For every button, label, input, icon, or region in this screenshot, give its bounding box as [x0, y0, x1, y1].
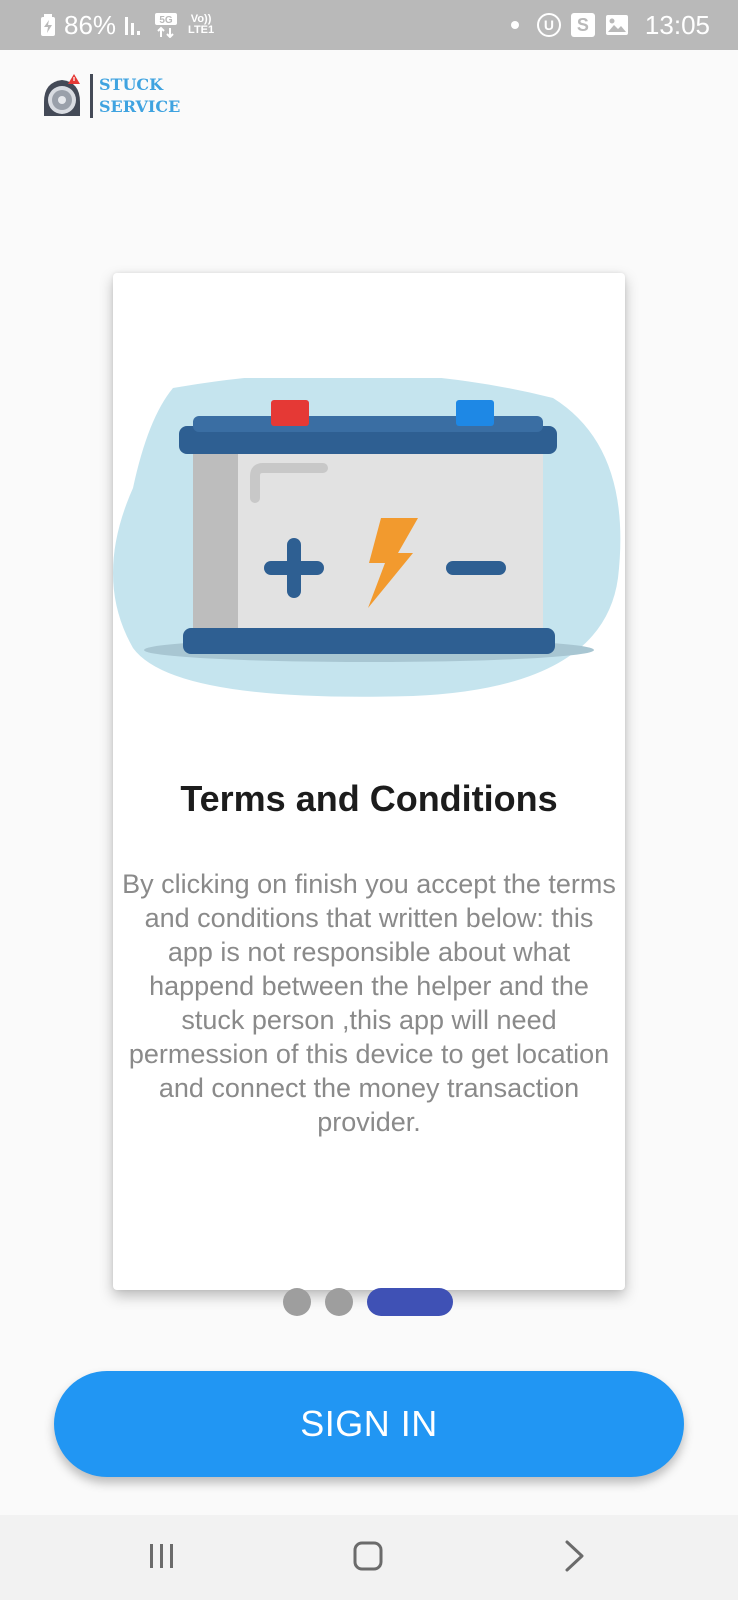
- navigation-bar: [0, 1515, 738, 1600]
- page-indicator: [283, 1288, 453, 1316]
- page-dot-3-active[interactable]: [367, 1288, 453, 1316]
- home-icon[interactable]: [338, 1527, 398, 1587]
- 5g-label: 5G: [159, 15, 173, 26]
- 5g-icon: 5G: [155, 13, 178, 38]
- back-icon[interactable]: [545, 1527, 605, 1587]
- sign-in-button[interactable]: SIGN IN: [54, 1371, 684, 1477]
- signal-bars-icon: [125, 17, 141, 35]
- clock: 13:05: [644, 9, 710, 40]
- logo-line2: SERVICE: [99, 97, 181, 116]
- onboarding-card[interactable]: Terms and Conditions By clicking on fini…: [113, 273, 625, 1290]
- battery-charging-icon: [41, 14, 55, 36]
- logo-line1: STUCK: [99, 75, 164, 94]
- recent-apps-icon[interactable]: [132, 1527, 192, 1587]
- s-icon: S: [570, 13, 595, 37]
- page-dot-1[interactable]: [283, 1288, 311, 1316]
- volte-icon: Vo)) LTE1: [188, 14, 214, 36]
- tire-logo-icon: [44, 74, 80, 116]
- status-bar: 86% 5G Vo)) LTE1 U S 13:05: [0, 0, 738, 50]
- car-battery-illustration: [113, 378, 621, 697]
- battery-percent: 86%: [64, 10, 117, 40]
- app-logo: STUCK SERVICE: [38, 72, 180, 120]
- notification-dot-icon: [510, 21, 519, 29]
- logo-divider: [90, 74, 93, 118]
- status-right: U S 13:05: [510, 0, 710, 50]
- u-icon: U: [536, 13, 561, 37]
- logo-text: STUCK SERVICE: [99, 74, 180, 118]
- page-dot-2[interactable]: [325, 1288, 353, 1316]
- volte-line2: LTE1: [188, 24, 215, 36]
- card-title: Terms and Conditions: [180, 778, 558, 819]
- gallery-icon: [605, 15, 628, 35]
- terms-text: By clicking on finish you accept the ter…: [122, 869, 616, 1137]
- status-left: 86% 5G Vo)) LTE1: [40, 0, 214, 50]
